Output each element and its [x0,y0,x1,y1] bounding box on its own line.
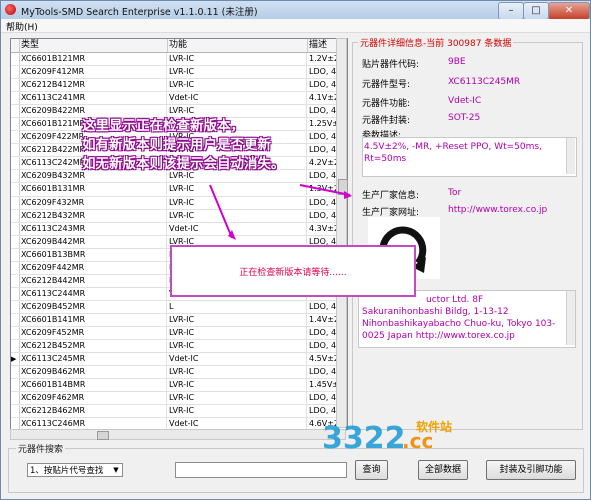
checking-update-dialog: 正在检查新版本请等待...... [170,245,416,297]
search-mode-value: 1、按贴片代号查找 [30,466,104,476]
chevron-down-icon[interactable]: ▼ [111,465,121,475]
search-mode-select[interactable]: 1、按贴片代号查找 ▼ [27,463,123,477]
annotation-line: 如无新版本则该提示会自动消失。 [82,156,285,172]
svg-text:3322: 3322 [322,421,406,454]
search-input[interactable] [175,462,347,478]
checking-update-text: 正在检查新版本请等待...... [239,268,347,278]
update-annotation: 这里显示正在检查新版本， 如有新版本则提示用户是否更新 如无新版本则该提示会自动… [82,117,324,174]
all-data-button[interactable]: 全部数据 [418,460,468,480]
search-group-legend: 元器件搜索 [16,442,66,455]
annotation-line: 这里显示正在检查新版本， [82,118,244,134]
annotation-line: 如有新版本则提示用户是否更新 [82,137,271,153]
query-button[interactable]: 查询 [355,460,388,480]
package-pin-button[interactable]: 封装及引脚功能 [486,460,576,480]
watermark-text: 软件站 [416,420,453,434]
